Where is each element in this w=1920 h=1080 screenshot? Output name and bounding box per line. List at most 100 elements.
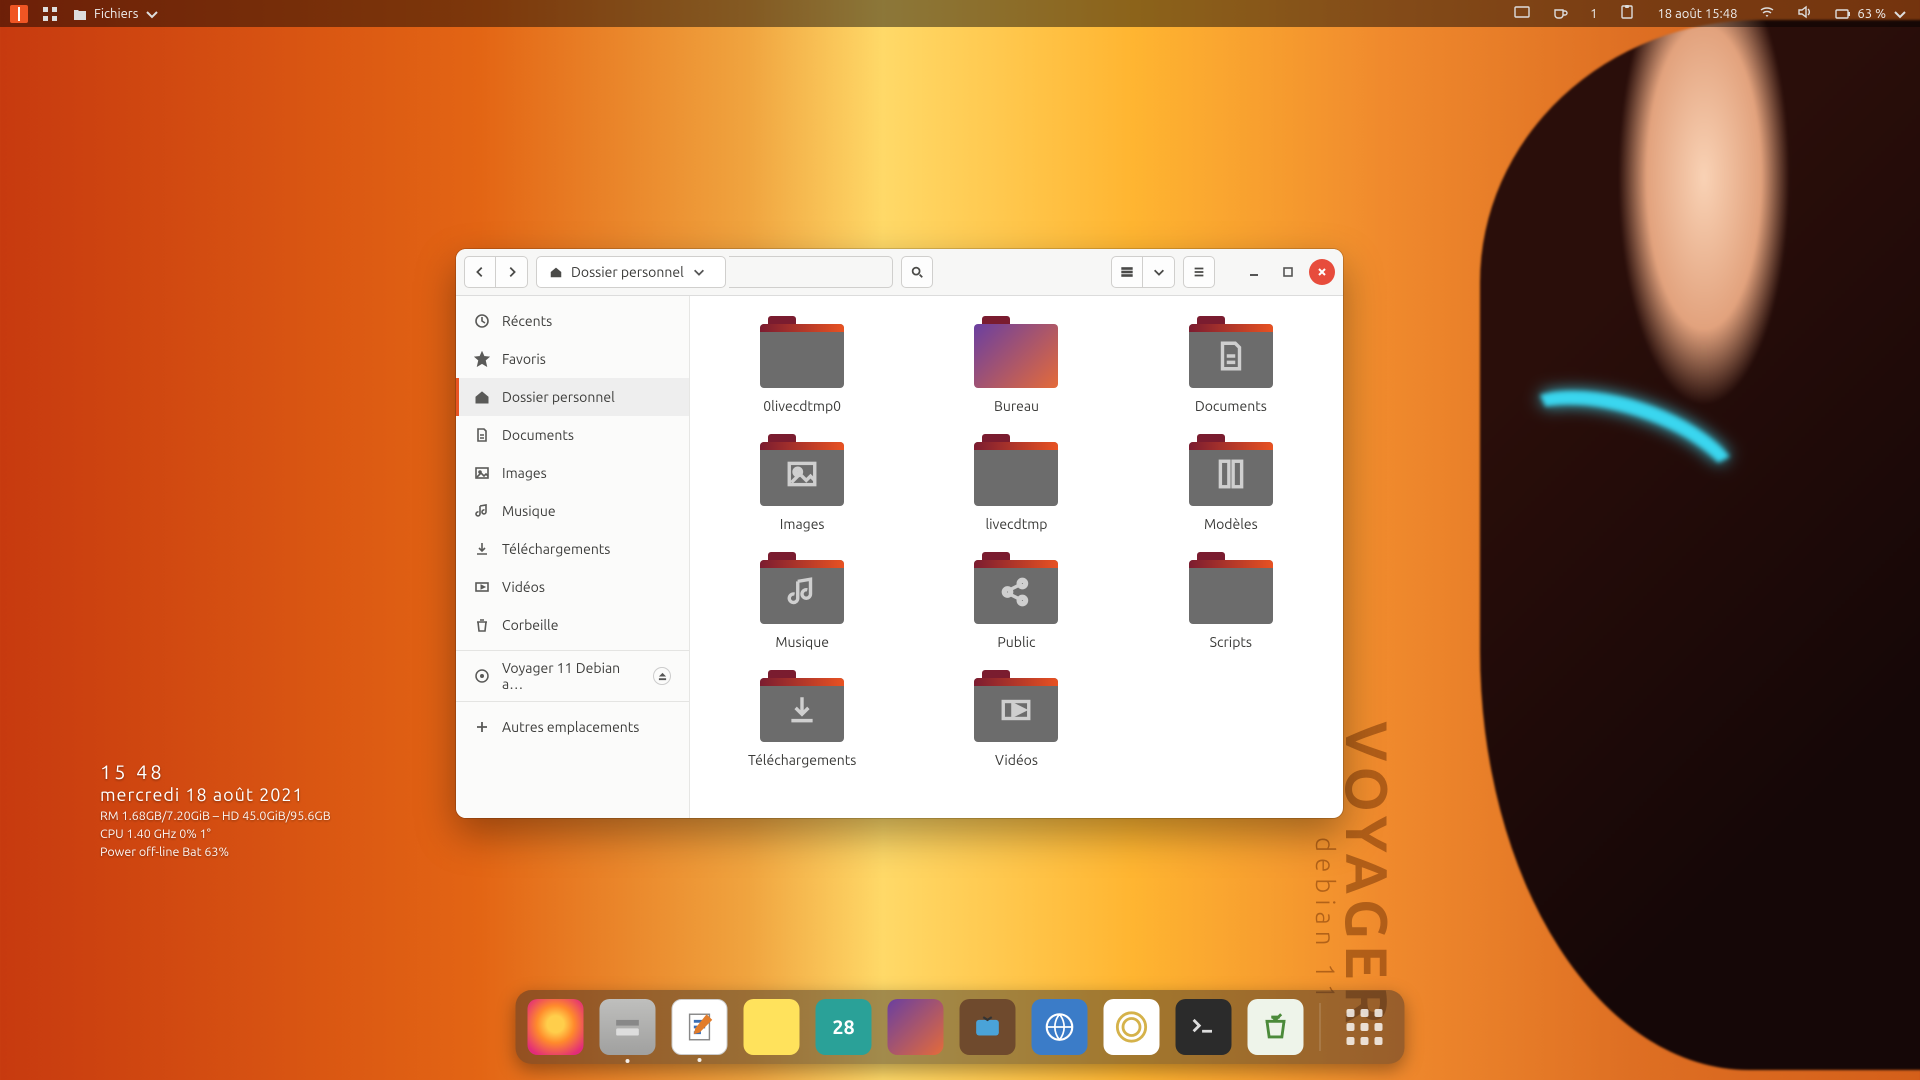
forward-button[interactable]: [496, 256, 528, 288]
path-bar[interactable]: Dossier personnel: [536, 256, 726, 288]
desktop-stats: 15 48 mercredi 18 août 2021 RM 1.68GB/7.…: [100, 760, 331, 859]
screenshot-tray-icon[interactable]: [1514, 4, 1530, 23]
chevron-down-icon: [144, 6, 160, 22]
video-icon: [474, 579, 490, 595]
sidebar-item-label: Musique: [502, 503, 556, 519]
folder-label: Musique: [775, 634, 829, 650]
folder-icon: [974, 552, 1058, 624]
sidebar-item-label: Téléchargements: [502, 541, 610, 557]
folder-item[interactable]: Musique: [715, 552, 889, 650]
folder-label: Public: [997, 634, 1035, 650]
sidebar-item-video[interactable]: Vidéos: [456, 568, 689, 606]
folder-item[interactable]: Vidéos: [929, 670, 1103, 768]
dock-app-terminal[interactable]: [1176, 999, 1232, 1055]
folder-icon: [974, 434, 1058, 506]
battery-tray[interactable]: 63 %: [1835, 6, 1908, 22]
folder-label: Scripts: [1210, 634, 1252, 650]
minimize-button[interactable]: [1241, 259, 1267, 285]
dock-app-text[interactable]: [672, 999, 728, 1055]
sidebar-item-trash[interactable]: Corbeille: [456, 606, 689, 644]
app-menu[interactable]: Fichiers: [72, 6, 160, 22]
folder-label: livecdtmp: [985, 516, 1047, 532]
path-label: Dossier personnel: [571, 264, 684, 280]
applications-grid-icon[interactable]: [42, 6, 58, 22]
dock-app-record[interactable]: [1104, 999, 1160, 1055]
sidebar-item-clock[interactable]: Récents: [456, 302, 689, 340]
dock-app-files[interactable]: [600, 999, 656, 1055]
dock-app-firefox[interactable]: [528, 999, 584, 1055]
folder-label: 0livecdtmp0: [763, 398, 841, 414]
plus-icon: [474, 719, 490, 735]
maximize-button[interactable]: [1275, 259, 1301, 285]
image-icon: [474, 465, 490, 481]
dock-app-showapps[interactable]: [1337, 999, 1393, 1055]
app-menu-label: Fichiers: [94, 7, 138, 21]
folder-content[interactable]: 0livecdtmp0 Bureau Documents Images livecdtm…: [690, 296, 1343, 818]
activities-icon[interactable]: [10, 5, 28, 23]
folder-item[interactable]: Documents: [1144, 316, 1318, 414]
folder-item[interactable]: Bureau: [929, 316, 1103, 414]
sidebar-item-download[interactable]: Téléchargements: [456, 530, 689, 568]
close-button[interactable]: [1309, 259, 1335, 285]
sidebar-item-mounted[interactable]: Voyager 11 Debian a…: [456, 657, 689, 695]
path-extra[interactable]: [729, 256, 893, 288]
search-button[interactable]: [901, 256, 933, 288]
volume-tray-icon[interactable]: [1797, 4, 1813, 23]
sidebar-item-star[interactable]: Favoris: [456, 340, 689, 378]
sidebar-item-label: Voyager 11 Debian a…: [502, 660, 641, 692]
sidebar-item-label: Récents: [502, 313, 552, 329]
sidebar-item-other[interactable]: Autres emplacements: [456, 708, 689, 746]
home-icon: [549, 265, 563, 279]
folder-icon: [1189, 316, 1273, 388]
dock-app-notes[interactable]: [744, 999, 800, 1055]
files-window: Dossier personnel Récents Favoris Dossier …: [456, 249, 1343, 818]
sidebar-item-music[interactable]: Musique: [456, 492, 689, 530]
folder-item[interactable]: livecdtmp: [929, 434, 1103, 532]
view-dropdown-button[interactable]: [1143, 256, 1175, 288]
sidebar: Récents Favoris Dossier personnel Documents…: [456, 296, 690, 818]
dock-app-web[interactable]: [1032, 999, 1088, 1055]
sidebar-item-label: Dossier personnel: [502, 389, 615, 405]
dock-app-tv[interactable]: [960, 999, 1016, 1055]
caffeine-tray-icon[interactable]: [1552, 4, 1568, 23]
clipboard-tray-icon[interactable]: [1619, 4, 1635, 23]
workspace-indicator[interactable]: 1: [1590, 7, 1597, 21]
folder-icon: [974, 670, 1058, 742]
folder-item[interactable]: Images: [715, 434, 889, 532]
music-icon: [474, 503, 490, 519]
eject-button[interactable]: [653, 667, 671, 685]
folder-label: Modèles: [1204, 516, 1258, 532]
folder-item[interactable]: Téléchargements: [715, 670, 889, 768]
clock[interactable]: 18 août 15:48: [1657, 7, 1737, 21]
dock-app-trash[interactable]: [1248, 999, 1304, 1055]
folder-icon: [974, 316, 1058, 388]
folder-label: Bureau: [994, 398, 1039, 414]
folder-icon: [1189, 552, 1273, 624]
chevron-down-icon: [692, 265, 706, 279]
folder-label: Vidéos: [995, 752, 1038, 768]
conky-time: 15 48: [100, 760, 331, 783]
sidebar-item-label: Images: [502, 465, 547, 481]
folder-item[interactable]: 0livecdtmp0: [715, 316, 889, 414]
folder-label: Images: [780, 516, 825, 532]
folder-item[interactable]: Modèles: [1144, 434, 1318, 532]
sidebar-item-doc[interactable]: Documents: [456, 416, 689, 454]
conky-power: Power off-line Bat 63%: [100, 845, 331, 859]
dock: 28: [516, 990, 1405, 1064]
star-icon: [474, 351, 490, 367]
sidebar-item-label: Documents: [502, 427, 574, 443]
sidebar-item-label: Vidéos: [502, 579, 545, 595]
hamburger-button[interactable]: [1183, 256, 1215, 288]
folder-item[interactable]: Scripts: [1144, 552, 1318, 650]
wifi-tray-icon[interactable]: [1759, 4, 1775, 23]
sidebar-item-image[interactable]: Images: [456, 454, 689, 492]
dock-app-wallpaper[interactable]: [888, 999, 944, 1055]
back-button[interactable]: [464, 256, 496, 288]
view-icon-button[interactable]: [1111, 256, 1143, 288]
doc-icon: [474, 427, 490, 443]
folder-item[interactable]: Public: [929, 552, 1103, 650]
sidebar-item-home[interactable]: Dossier personnel: [456, 378, 689, 416]
home-icon: [474, 389, 490, 405]
conky-ram-hd: RM 1.68GB/7.20GiB – HD 45.0GiB/95.6GB: [100, 809, 331, 823]
dock-app-calendar[interactable]: 28: [816, 999, 872, 1055]
